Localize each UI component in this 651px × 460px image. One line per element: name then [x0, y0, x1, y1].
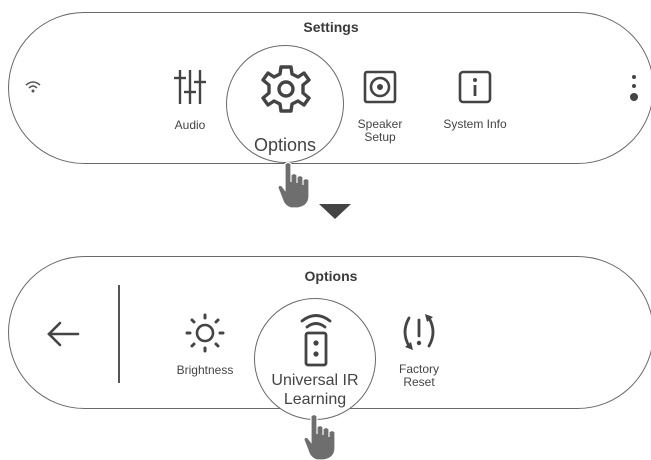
menu-item-speaker-setup[interactable]: Speaker Setup: [350, 70, 410, 144]
options-title: Options: [304, 268, 358, 284]
menu-item-factory-reset[interactable]: Factory Reset: [387, 312, 451, 389]
back-arrow-icon[interactable]: [46, 320, 80, 348]
equalizer-icon: [170, 68, 210, 106]
gear-icon: [260, 63, 312, 115]
menu-item-brightness-label: Brightness: [176, 363, 234, 377]
hand-tap-icon-2: [302, 412, 342, 460]
menu-item-options[interactable]: Options: [226, 45, 344, 163]
menu-item-system-info[interactable]: System Info: [435, 70, 515, 131]
arrow-down-icon: [319, 204, 351, 220]
menu-item-audio-label: Audio: [174, 118, 206, 132]
wifi-icon: [25, 80, 41, 94]
speaker-icon: [363, 70, 397, 104]
menu-item-audio[interactable]: Audio: [160, 68, 220, 132]
remote-icon: [298, 312, 334, 368]
menu-item-universal-ir-learning[interactable]: Universal IR Learning: [254, 298, 376, 420]
settings-title: Settings: [303, 19, 359, 35]
menu-item-universal-ir-learning-label: Universal IR Learning: [271, 372, 359, 408]
menu-item-factory-reset-label: Factory Reset: [398, 362, 439, 389]
divider: [118, 285, 120, 383]
menu-item-options-label: Options: [253, 135, 317, 155]
reset-icon: [397, 312, 441, 352]
hand-tap-icon: [276, 160, 316, 210]
menu-item-brightness[interactable]: Brightness: [170, 312, 240, 377]
more-vertical-icon[interactable]: [629, 74, 639, 102]
menu-item-speaker-setup-label: Speaker Setup: [357, 117, 403, 144]
sun-icon: [184, 312, 226, 354]
info-icon: [458, 70, 492, 104]
menu-item-system-info-label: System Info: [443, 117, 507, 131]
